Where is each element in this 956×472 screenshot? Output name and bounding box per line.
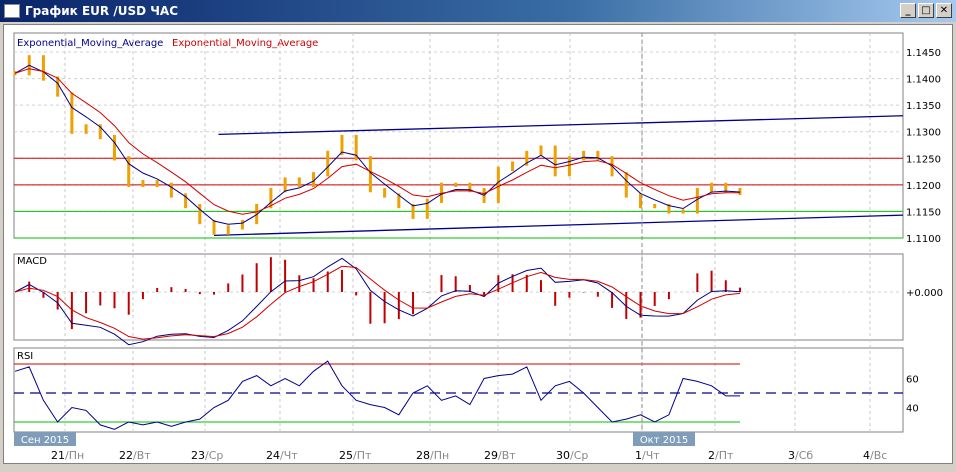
price-pane xyxy=(13,32,904,239)
x-tick-label: 2 xyxy=(708,449,715,462)
x-tick-label: 21 xyxy=(51,449,65,462)
x-tick-weekday: /Вт xyxy=(498,449,516,462)
x-tick-weekday: /Вт xyxy=(133,449,151,462)
macd-line xyxy=(14,257,741,346)
rsi-line xyxy=(14,360,740,430)
x-tick-weekday: /Ср xyxy=(570,449,588,462)
rsi-label: RSI xyxy=(17,351,33,362)
x-tick-label: 3 xyxy=(788,449,795,462)
legend-ema-fast: Exponential_Moving_Average xyxy=(17,38,163,49)
chart-canvas[interactable]: Exponential_Moving_Average Exponential_M… xyxy=(0,0,956,472)
x-tick-weekday: /Пт xyxy=(353,449,372,462)
x-tick-weekday: /Пт xyxy=(715,449,734,462)
price-tick-label: 1.1200 xyxy=(906,181,941,192)
x-tick-label: 23 xyxy=(191,449,205,462)
price-tick-label: 1.1450 xyxy=(906,48,941,59)
macd-label: MACD xyxy=(17,256,47,267)
macd-zero-label: +0.000 xyxy=(906,288,943,299)
x-tick-label: 4 xyxy=(863,449,870,462)
x-tick-label: 28 xyxy=(416,449,430,462)
x-tick-weekday: /Пн xyxy=(65,449,84,462)
macd-signal-line xyxy=(14,265,741,340)
price-tick-label: 1.1400 xyxy=(906,75,941,86)
month-label-sep: Сен 2015 xyxy=(21,435,69,446)
price-tick-label: 1.1250 xyxy=(906,154,941,165)
x-tick-label: 25 xyxy=(339,449,353,462)
trend-line xyxy=(214,214,904,236)
price-tick-label: 1.1100 xyxy=(906,234,941,245)
rsi-tick-label: 60 xyxy=(906,375,919,386)
x-tick-label: 24 xyxy=(266,449,280,462)
x-tick-weekday: /Пн xyxy=(430,449,449,462)
macd-pane xyxy=(13,253,904,341)
price-tick-label: 1.1150 xyxy=(906,207,941,218)
price-tick-label: 1.1300 xyxy=(906,128,941,139)
x-tick-weekday: /Вс xyxy=(870,449,887,462)
x-tick-weekday: /Сб xyxy=(795,449,813,462)
x-tick-label: 22 xyxy=(119,449,133,462)
price-tick-label: 1.1350 xyxy=(906,101,941,112)
x-tick-label: 30 xyxy=(556,449,570,462)
x-tick-label: 1 xyxy=(635,449,642,462)
legend-ema-slow: Exponential_Moving_Average xyxy=(172,38,318,49)
rsi-tick-label: 40 xyxy=(906,404,919,415)
x-tick-label: 29 xyxy=(484,449,498,462)
ema-fast-line xyxy=(14,64,741,225)
ema-slow-line xyxy=(14,68,741,215)
x-tick-weekday: /Чт xyxy=(642,449,660,462)
x-tick-weekday: /Чт xyxy=(280,449,298,462)
rsi-pane xyxy=(13,347,904,433)
x-tick-weekday: /Ср xyxy=(205,449,223,462)
month-label-oct: Окт 2015 xyxy=(640,435,688,446)
